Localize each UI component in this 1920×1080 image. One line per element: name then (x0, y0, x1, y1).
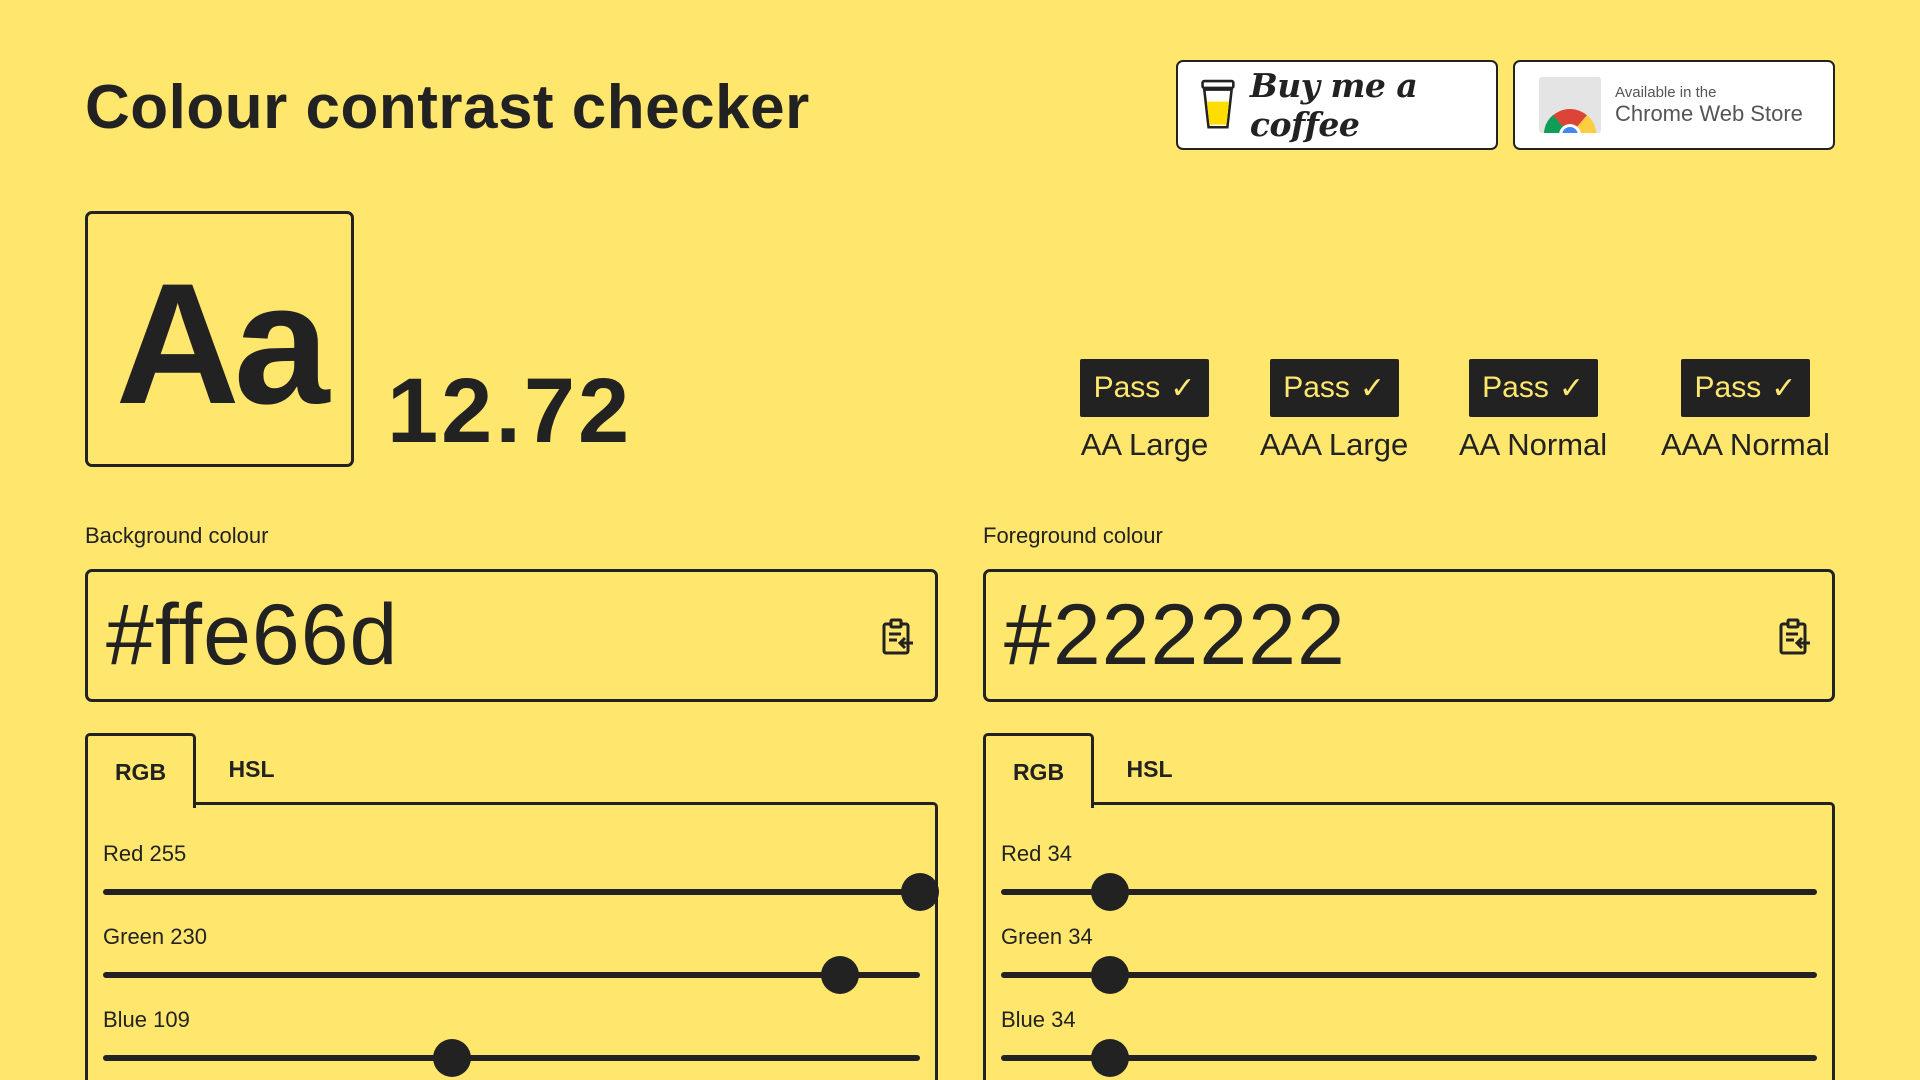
check-icon: ✓ (1771, 371, 1797, 405)
background-hex-input[interactable] (106, 586, 796, 685)
chrome-store-small-label: Available in the (1615, 83, 1717, 101)
foreground-colour-label: Foreground colour (983, 523, 1163, 548)
foreground-hex-field (983, 569, 1835, 702)
tab-rgb[interactable]: RGB (85, 733, 196, 808)
background-rgb-panel: Red 255 Green 230 Blue 109 (85, 802, 939, 1080)
pass-badge-label: Pass (1694, 371, 1762, 404)
check-icon: ✓ (1170, 371, 1196, 405)
result-label: AAA Normal (1661, 427, 1830, 462)
foreground-tabs: RGB HSL (983, 733, 1205, 808)
chrome-web-store-button[interactable]: Available in the Chrome Web Store (1513, 60, 1835, 150)
background-tabs: RGB HSL (85, 733, 307, 808)
result-aaa-normal: Pass ✓ AAA Normal (1661, 359, 1830, 463)
green-slider[interactable] (103, 956, 920, 994)
chrome-logo-icon (1539, 77, 1601, 133)
slider-label-red: Red 34 (1001, 841, 1072, 866)
pass-badge: Pass ✓ (1680, 359, 1810, 417)
result-label: AAA Large (1260, 427, 1409, 462)
background-colour-label: Background colour (85, 523, 269, 548)
red-slider[interactable] (103, 873, 939, 911)
pass-badge-label: Pass (1283, 371, 1350, 404)
tab-hsl[interactable]: HSL (1094, 733, 1205, 805)
slider-thumb[interactable] (433, 1039, 472, 1077)
tab-rgb[interactable]: RGB (983, 733, 1094, 808)
pass-badge-label: Pass (1482, 371, 1549, 404)
slider-label-red: Red 255 (103, 841, 187, 866)
slider-thumb[interactable] (1090, 956, 1129, 994)
pass-badge-label: Pass (1093, 371, 1161, 404)
foreground-hex-input[interactable] (1004, 586, 1694, 685)
tab-hsl[interactable]: HSL (196, 733, 307, 805)
buy-me-a-coffee-label: Buy me a coffee (1249, 66, 1418, 144)
check-icon: ✓ (1558, 371, 1584, 405)
blue-slider[interactable] (1001, 1039, 1817, 1077)
check-icon: ✓ (1359, 371, 1386, 405)
background-hex-field (85, 569, 938, 702)
page-title: Colour contrast checker (85, 73, 810, 142)
slider-thumb[interactable] (1090, 1039, 1129, 1077)
slider-label-green: Green 34 (1001, 924, 1093, 949)
contrast-ratio: 12.72 (387, 360, 633, 462)
result-aa-normal: Pass ✓ AA Normal (1459, 359, 1607, 463)
result-aa-large: Pass ✓ AA Large (1080, 359, 1209, 463)
blue-slider[interactable] (103, 1039, 920, 1077)
slider-thumb[interactable] (1090, 873, 1129, 911)
slider-label-green: Green 230 (103, 924, 207, 949)
pass-badge: Pass ✓ (1080, 359, 1209, 417)
slider-thumb[interactable] (820, 956, 859, 994)
pass-badge: Pass ✓ (1269, 359, 1399, 417)
slider-thumb[interactable] (901, 873, 939, 911)
result-label: AA Normal (1459, 427, 1608, 462)
contrast-preview: Aa (85, 211, 354, 467)
slider-label-blue: Blue 109 (103, 1007, 190, 1032)
result-aaa-large: Pass ✓ AAA Large (1260, 359, 1408, 463)
buy-me-a-coffee-button[interactable]: Buy me a coffee (1176, 60, 1498, 150)
coffee-cup-icon (1201, 79, 1235, 129)
chrome-store-label: Chrome Web Store (1615, 100, 1803, 126)
red-slider[interactable] (1001, 873, 1817, 911)
pass-badge: Pass ✓ (1468, 359, 1598, 417)
paste-icon[interactable] (881, 618, 915, 656)
foreground-rgb-panel: Red 34 Green 34 Blue 34 (983, 802, 1835, 1080)
paste-icon[interactable] (1778, 618, 1812, 656)
slider-label-blue: Blue 34 (1001, 1007, 1076, 1032)
green-slider[interactable] (1001, 956, 1817, 994)
result-label: AA Large (1080, 427, 1209, 462)
